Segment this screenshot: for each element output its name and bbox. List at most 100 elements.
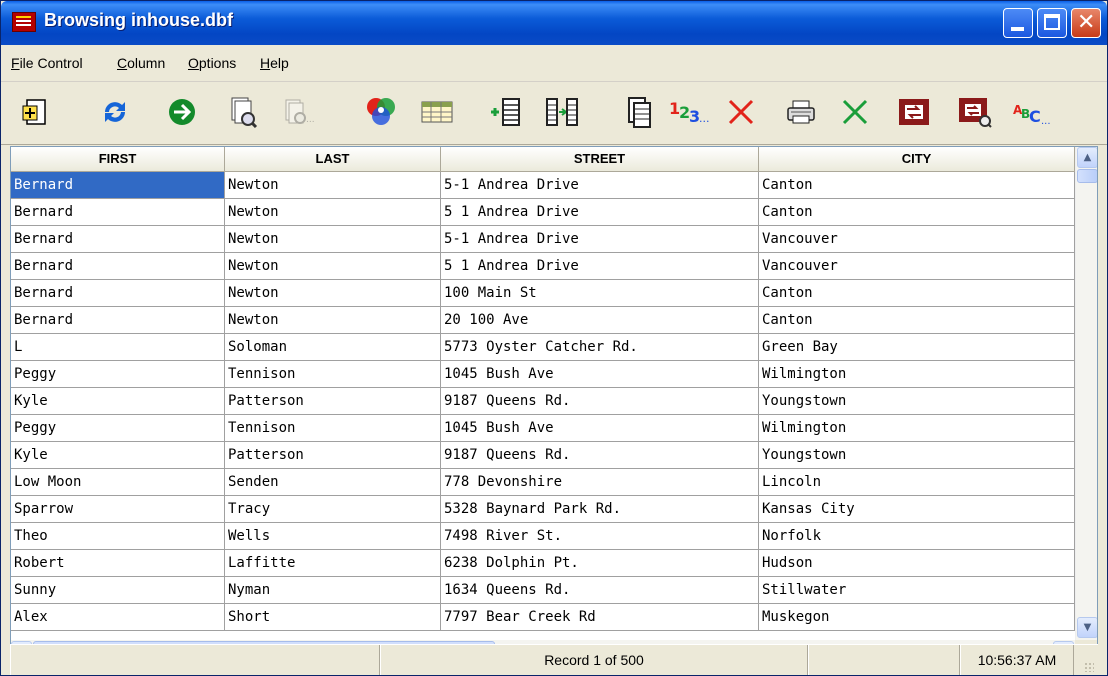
cell-last[interactable]: Patterson bbox=[225, 388, 441, 415]
table-row[interactable]: Kyle Patterson 9187 Queens Rd. Youngstown bbox=[11, 388, 1075, 415]
cell-first[interactable]: Robert bbox=[11, 550, 225, 577]
cell-street[interactable]: 7498 River St. bbox=[441, 523, 759, 550]
move-column-button[interactable] bbox=[544, 94, 580, 130]
scroll-down-button[interactable]: ▼ bbox=[1077, 617, 1097, 638]
table-row[interactable]: Sunny Nyman 1634 Queens Rd. Stillwater bbox=[11, 577, 1075, 604]
replace-search-button[interactable] bbox=[957, 94, 993, 130]
cell-last[interactable]: Newton bbox=[225, 280, 441, 307]
cell-city[interactable]: Muskegon bbox=[759, 604, 1075, 631]
cell-city[interactable]: Lincoln bbox=[759, 469, 1075, 496]
title-bar[interactable]: Browsing inhouse.dbf ✕ bbox=[1, 1, 1107, 45]
column-header-city[interactable]: CITY bbox=[759, 147, 1075, 172]
browse-grid-button[interactable] bbox=[419, 94, 455, 130]
vertical-scrollbar[interactable]: ▲ ▼ bbox=[1075, 147, 1097, 640]
cell-last[interactable]: Tennison bbox=[225, 361, 441, 388]
cell-city[interactable]: Hudson bbox=[759, 550, 1075, 577]
cell-city[interactable]: Green Bay bbox=[759, 334, 1075, 361]
table-row[interactable]: Alex Short 7797 Bear Creek Rd Muskegon bbox=[11, 604, 1075, 631]
cell-street[interactable]: 1634 Queens Rd. bbox=[441, 577, 759, 604]
print-button[interactable] bbox=[783, 94, 819, 130]
cell-last[interactable]: Soloman bbox=[225, 334, 441, 361]
column-header-last[interactable]: LAST bbox=[225, 147, 441, 172]
table-row[interactable]: Bernard Newton 5 1 Andrea Drive Canton bbox=[11, 199, 1075, 226]
data-grid[interactable]: FIRST LAST STREET CITY Bernard Newton 5-1 … bbox=[10, 146, 1098, 663]
cell-first[interactable]: Sparrow bbox=[11, 496, 225, 523]
cell-city[interactable]: Vancouver bbox=[759, 253, 1075, 280]
cell-city[interactable]: Canton bbox=[759, 280, 1075, 307]
replace-button[interactable] bbox=[896, 94, 932, 130]
table-row[interactable]: Peggy Tennison 1045 Bush Ave Wilmington bbox=[11, 361, 1075, 388]
cell-street[interactable]: 5-1 Andrea Drive bbox=[441, 226, 759, 253]
color-button[interactable] bbox=[363, 94, 399, 130]
cell-last[interactable]: Tennison bbox=[225, 415, 441, 442]
cell-city[interactable]: Vancouver bbox=[759, 226, 1075, 253]
cell-first[interactable]: Low Moon bbox=[11, 469, 225, 496]
cell-first[interactable]: Peggy bbox=[11, 415, 225, 442]
table-row[interactable]: Peggy Tennison 1045 Bush Ave Wilmington bbox=[11, 415, 1075, 442]
cell-city[interactable]: Youngstown bbox=[759, 388, 1075, 415]
table-row[interactable]: Bernard Newton 5-1 Andrea Drive Canton bbox=[11, 172, 1075, 199]
table-row[interactable]: Robert Laffitte 6238 Dolphin Pt. Hudson bbox=[11, 550, 1075, 577]
table-row[interactable]: Kyle Patterson 9187 Queens Rd. Youngstown bbox=[11, 442, 1075, 469]
find-button[interactable] bbox=[224, 94, 260, 130]
cell-street[interactable]: 6238 Dolphin Pt. bbox=[441, 550, 759, 577]
cell-first[interactable]: Theo bbox=[11, 523, 225, 550]
cell-last[interactable]: Newton bbox=[225, 226, 441, 253]
cell-last[interactable]: Newton bbox=[225, 307, 441, 334]
cell-city[interactable]: Kansas City bbox=[759, 496, 1075, 523]
cell-last[interactable]: Newton bbox=[225, 253, 441, 280]
delete-button[interactable] bbox=[723, 94, 759, 130]
cell-street[interactable]: 100 Main St bbox=[441, 280, 759, 307]
cell-last[interactable]: Senden bbox=[225, 469, 441, 496]
sequence-numbers-button[interactable]: 1 2 3... bbox=[667, 94, 713, 130]
column-header-first[interactable]: FIRST bbox=[11, 147, 225, 172]
cell-first[interactable]: Bernard bbox=[11, 307, 225, 334]
app-icon[interactable] bbox=[12, 12, 36, 32]
vertical-scroll-thumb[interactable] bbox=[1077, 169, 1097, 183]
table-row[interactable]: Bernard Newton 5-1 Andrea Drive Vancouver bbox=[11, 226, 1075, 253]
go-button[interactable] bbox=[164, 94, 200, 130]
cell-last[interactable]: Newton bbox=[225, 172, 441, 199]
table-row[interactable]: Bernard Newton 5 1 Andrea Drive Vancouver bbox=[11, 253, 1075, 280]
refresh-button[interactable] bbox=[97, 94, 133, 130]
cell-street[interactable]: 7797 Bear Creek Rd bbox=[441, 604, 759, 631]
cell-first[interactable]: Sunny bbox=[11, 577, 225, 604]
cell-first[interactable]: Peggy bbox=[11, 361, 225, 388]
cell-street[interactable]: 5328 Baynard Park Rd. bbox=[441, 496, 759, 523]
insert-column-button[interactable] bbox=[488, 94, 524, 130]
table-row[interactable]: Theo Wells 7498 River St. Norfolk bbox=[11, 523, 1075, 550]
cell-street[interactable]: 9187 Queens Rd. bbox=[441, 442, 759, 469]
close-button[interactable]: ✕ bbox=[1071, 8, 1101, 38]
cell-city[interactable]: Wilmington bbox=[759, 361, 1075, 388]
add-record-button[interactable] bbox=[18, 94, 54, 130]
menu-column[interactable]: Column bbox=[117, 55, 165, 71]
cell-first[interactable]: Kyle bbox=[11, 442, 225, 469]
cell-city[interactable]: Norfolk bbox=[759, 523, 1075, 550]
cell-city[interactable]: Wilmington bbox=[759, 415, 1075, 442]
cell-street[interactable]: 5 1 Andrea Drive bbox=[441, 199, 759, 226]
cell-first[interactable]: Bernard bbox=[11, 172, 225, 199]
table-row[interactable]: L Soloman 5773 Oyster Catcher Rd. Green Bay bbox=[11, 334, 1075, 361]
table-row[interactable]: Low Moon Senden 778 Devonshire Lincoln bbox=[11, 469, 1075, 496]
cell-last[interactable]: Nyman bbox=[225, 577, 441, 604]
cell-last[interactable]: Tracy bbox=[225, 496, 441, 523]
table-row[interactable]: Bernard Newton 20 100 Ave Canton bbox=[11, 307, 1075, 334]
scroll-up-button[interactable]: ▲ bbox=[1077, 147, 1097, 168]
cell-first[interactable]: Bernard bbox=[11, 253, 225, 280]
cell-street[interactable]: 20 100 Ave bbox=[441, 307, 759, 334]
clear-button[interactable] bbox=[837, 94, 873, 130]
table-row[interactable]: Bernard Newton 100 Main St Canton bbox=[11, 280, 1075, 307]
cell-street[interactable]: 9187 Queens Rd. bbox=[441, 388, 759, 415]
minimize-button[interactable] bbox=[1003, 8, 1033, 38]
menu-help[interactable]: Help bbox=[260, 55, 289, 71]
cell-city[interactable]: Canton bbox=[759, 199, 1075, 226]
cell-street[interactable]: 778 Devonshire bbox=[441, 469, 759, 496]
find-next-button[interactable]: ... bbox=[282, 94, 318, 130]
cell-last[interactable]: Wells bbox=[225, 523, 441, 550]
cell-first[interactable]: Alex bbox=[11, 604, 225, 631]
resize-grip-icon[interactable] bbox=[1084, 662, 1094, 672]
cell-street[interactable]: 5773 Oyster Catcher Rd. bbox=[441, 334, 759, 361]
table-row[interactable]: Sparrow Tracy 5328 Baynard Park Rd. Kansas … bbox=[11, 496, 1075, 523]
menu-options[interactable]: Options bbox=[188, 55, 236, 71]
cell-last[interactable]: Short bbox=[225, 604, 441, 631]
